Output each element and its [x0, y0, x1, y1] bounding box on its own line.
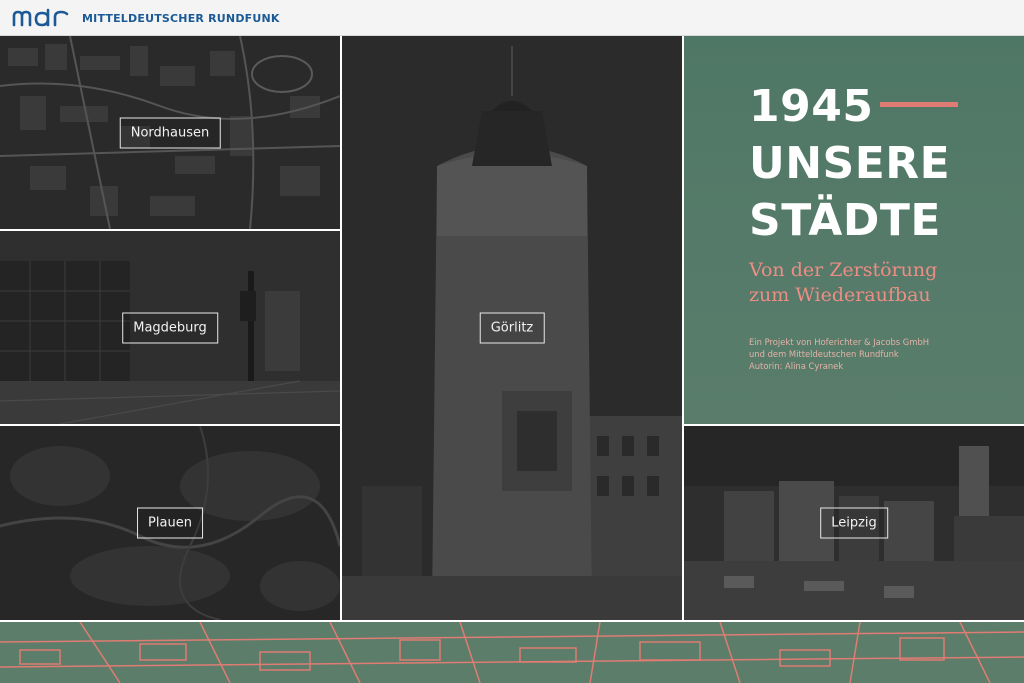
title-line-2: STÄDTE: [749, 195, 941, 246]
credit-author: Autorin: Alina Cyranek: [749, 361, 844, 371]
subtitle-line-1: Von der Zerstörung: [749, 259, 938, 281]
title-accent-dash: [880, 102, 958, 107]
title-year: 1945: [749, 81, 874, 132]
title-line-1: UNSERE: [749, 138, 951, 189]
credit-line-2: und dem Mitteldeutschen Rundfunk: [749, 349, 899, 359]
historic-map-strip: [0, 622, 1024, 683]
title-card: 1945 UNSERE STÄDTE Von der Zerstörung zu…: [684, 36, 1024, 424]
tile-leipzig[interactable]: Leipzig: [684, 426, 1024, 620]
mdr-logo-icon[interactable]: [12, 8, 74, 28]
tile-goerlitz[interactable]: Görlitz: [342, 36, 682, 620]
main-title: 1945 UNSERE STÄDTE: [749, 78, 1009, 249]
tile-plauen[interactable]: Plauen: [0, 426, 340, 620]
city-label-plauen[interactable]: Plauen: [137, 507, 203, 539]
map-pattern: [0, 622, 1024, 683]
credits: Ein Projekt von Hoferichter & Jacobs Gmb…: [749, 336, 1009, 372]
city-label-leipzig[interactable]: Leipzig: [820, 507, 888, 539]
city-label-nordhausen[interactable]: Nordhausen: [119, 117, 221, 148]
tile-nordhausen[interactable]: Nordhausen: [0, 36, 340, 229]
city-label-goerlitz[interactable]: Görlitz: [479, 312, 545, 344]
city-label-magdeburg[interactable]: Magdeburg: [122, 312, 218, 343]
subtitle: Von der Zerstörung zum Wiederaufbau: [749, 258, 1009, 308]
brand-name[interactable]: MITTELDEUTSCHER RUNDFUNK: [82, 12, 280, 25]
credit-line-1: Ein Projekt von Hoferichter & Jacobs Gmb…: [749, 337, 930, 347]
tile-magdeburg[interactable]: Magdeburg: [0, 231, 340, 424]
site-header: MITTELDEUTSCHER RUNDFUNK: [0, 0, 1024, 36]
subtitle-line-2: zum Wiederaufbau: [749, 284, 931, 306]
